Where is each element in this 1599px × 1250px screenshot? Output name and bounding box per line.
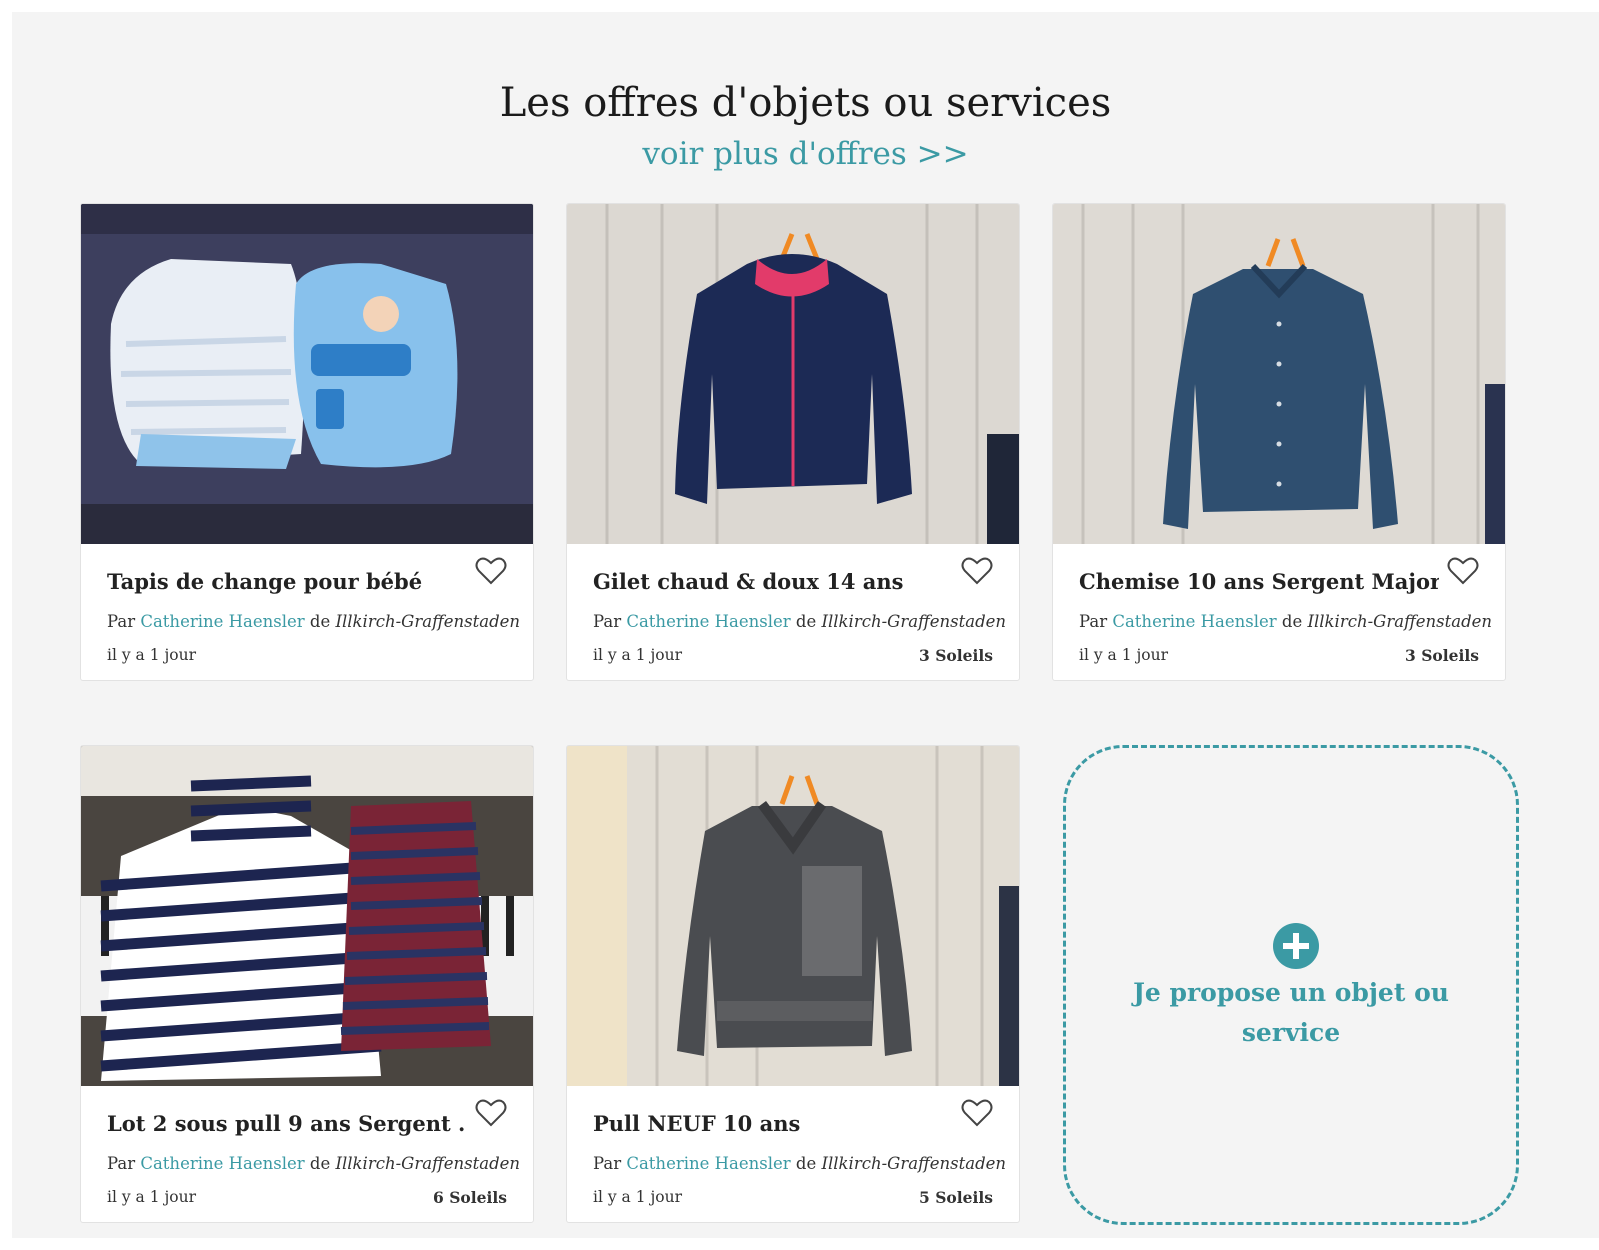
- offer-title[interactable]: Pull NEUF 10 ans: [593, 1111, 953, 1136]
- offer-age: il y a 1 jour: [1079, 646, 1169, 664]
- author-link[interactable]: Catherine Haensler: [626, 1154, 790, 1173]
- offer-footer: il y a 1 jour 3 Soleils: [593, 646, 993, 665]
- offer-title[interactable]: Gilet chaud & doux 14 ans: [593, 569, 953, 594]
- offer-age: il y a 1 jour: [593, 1188, 683, 1206]
- offer-card[interactable]: Lot 2 sous pull 9 ans Sergent .. Par Cat…: [80, 745, 534, 1223]
- offer-photo-striped-tops[interactable]: [81, 746, 533, 1086]
- author-link[interactable]: Catherine Haensler: [140, 1154, 304, 1173]
- offer-title[interactable]: Lot 2 sous pull 9 ans Sergent ..: [107, 1111, 467, 1136]
- heart-icon[interactable]: [961, 556, 993, 586]
- offer-points: 3 Soleils: [919, 646, 993, 665]
- heart-icon[interactable]: [1447, 556, 1479, 586]
- offer-meta: Par Catherine Haensler de Illkirch-Graff…: [107, 1154, 521, 1173]
- heart-icon[interactable]: [475, 1098, 507, 1128]
- city: Illkirch-Graffenstaden: [335, 1154, 521, 1173]
- city: Illkirch-Graffenstaden: [821, 1154, 1007, 1173]
- offer-meta: Par Catherine Haensler de Illkirch-Graff…: [107, 612, 521, 631]
- offer-card[interactable]: Gilet chaud & doux 14 ans Par Catherine …: [566, 203, 1020, 681]
- offer-card[interactable]: Pull NEUF 10 ans Par Catherine Haensler …: [566, 745, 1020, 1223]
- offer-photo-fleece[interactable]: [567, 204, 1019, 544]
- author-link[interactable]: Catherine Haensler: [140, 612, 304, 631]
- city: Illkirch-Graffenstaden: [335, 612, 521, 631]
- section-title: Les offres d'objets ou services: [499, 80, 1112, 126]
- offer-age: il y a 1 jour: [593, 646, 683, 664]
- propose-offer-button[interactable]: Je propose un objet ou service: [1063, 745, 1519, 1225]
- heart-icon[interactable]: [961, 1098, 993, 1128]
- plus-circle-icon: [1273, 923, 1319, 969]
- offer-age: il y a 1 jour: [107, 646, 197, 664]
- author-link[interactable]: Catherine Haensler: [1112, 612, 1276, 631]
- more-offers-link[interactable]: voir plus d'offres >>: [12, 136, 1599, 172]
- offer-meta: Par Catherine Haensler de Illkirch-Graff…: [593, 1154, 1007, 1173]
- city: Illkirch-Graffenstaden: [1307, 612, 1493, 631]
- offer-footer: il y a 1 jour: [107, 646, 507, 664]
- offer-photo-shirt[interactable]: [1053, 204, 1505, 544]
- offer-title[interactable]: Chemise 10 ans Sergent Major: [1079, 569, 1439, 594]
- author-link[interactable]: Catherine Haensler: [626, 612, 790, 631]
- offer-meta: Par Catherine Haensler de Illkirch-Graff…: [593, 612, 1007, 631]
- offer-meta: Par Catherine Haensler de Illkirch-Graff…: [1079, 612, 1493, 631]
- offer-card[interactable]: Tapis de change pour bébé Par Catherine …: [80, 203, 534, 681]
- offer-points: 6 Soleils: [433, 1188, 507, 1207]
- heart-icon[interactable]: [475, 556, 507, 586]
- offer-footer: il y a 1 jour 6 Soleils: [107, 1188, 507, 1207]
- offer-card[interactable]: Chemise 10 ans Sergent Major Par Catheri…: [1052, 203, 1506, 681]
- offer-footer: il y a 1 jour 3 Soleils: [1079, 646, 1479, 665]
- propose-label: Je propose un objet ou service: [1133, 978, 1449, 1047]
- offer-points: 3 Soleils: [1405, 646, 1479, 665]
- city: Illkirch-Graffenstaden: [821, 612, 1007, 631]
- offer-title[interactable]: Tapis de change pour bébé: [107, 569, 467, 594]
- offer-footer: il y a 1 jour 5 Soleils: [593, 1188, 993, 1207]
- offer-photo-diapers[interactable]: [81, 204, 533, 544]
- offer-photo-wool-sweater[interactable]: [567, 746, 1019, 1086]
- offer-points: 5 Soleils: [919, 1188, 993, 1207]
- offer-age: il y a 1 jour: [107, 1188, 197, 1206]
